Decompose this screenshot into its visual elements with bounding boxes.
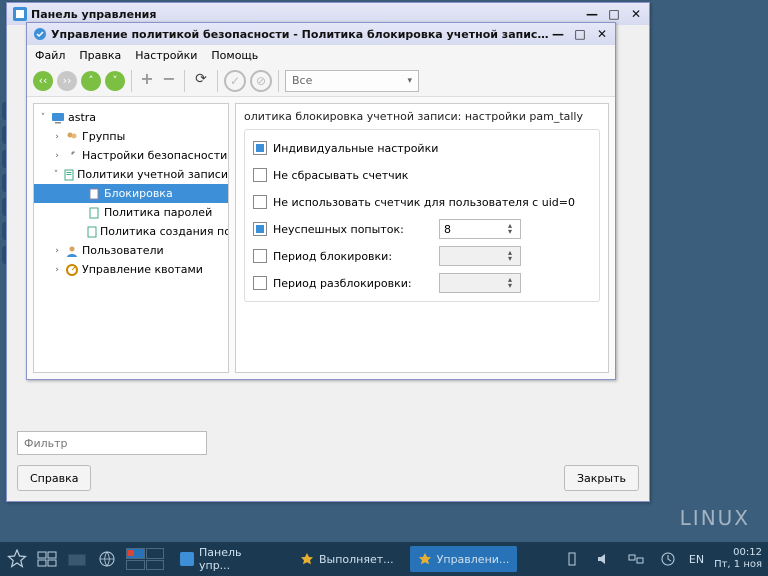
security-policy-window: Управление политикой безопасности - Поли… [26, 22, 616, 380]
form-title: олитика блокировка учетной записи: настр… [244, 110, 600, 123]
cp-filter-input[interactable] [17, 431, 207, 455]
tree-security-settings[interactable]: ›Настройки безопасности [34, 146, 228, 165]
show-desktop-button[interactable] [36, 548, 58, 570]
quota-icon [64, 263, 80, 277]
unlock-period-spinbox[interactable]: ▴▾ [439, 273, 521, 293]
tray-updates-icon[interactable] [657, 548, 679, 570]
groups-icon [64, 130, 80, 144]
cp-minimize-button[interactable]: — [585, 7, 599, 21]
remove-button[interactable]: − [160, 72, 178, 90]
browser-launcher[interactable] [96, 548, 118, 570]
sec-minimize-button[interactable]: — [551, 27, 565, 41]
no-uid0-checkbox[interactable] [253, 195, 267, 209]
unlock-period-label: Период разблокировки: [273, 277, 433, 290]
chevron-down-icon: ▾ [407, 76, 412, 86]
document-icon [62, 168, 75, 182]
nav-down-button[interactable]: ˅ [105, 71, 125, 91]
tray-clock[interactable]: 00:12 Пт, 1 ноя [714, 547, 762, 571]
sec-titlebar[interactable]: Управление политикой безопасности - Поли… [27, 23, 615, 45]
cancel-button[interactable]: ⊘ [250, 70, 272, 92]
filter-combo[interactable]: Все▾ [285, 70, 419, 92]
tray-volume-icon[interactable] [593, 548, 615, 570]
os-watermark: LINUX [680, 506, 750, 530]
lock-period-label: Период блокировки: [273, 250, 433, 263]
individual-settings-label: Индивидуальные настройки [273, 142, 438, 155]
taskbar-item-security-policy[interactable]: Управлени... [410, 546, 518, 572]
fail-attempts-spinbox[interactable]: 8▴▾ [439, 219, 521, 239]
add-button[interactable]: + [138, 72, 156, 90]
tree-users[interactable]: ›Пользователи [34, 241, 228, 260]
no-uid0-label: Не использовать счетчик для пользователя… [273, 196, 575, 209]
cp-close-button[interactable]: ✕ [629, 7, 643, 21]
tree-root[interactable]: ˅astra [34, 108, 228, 127]
unlock-period-checkbox[interactable] [253, 276, 267, 290]
tray-keyboard-layout[interactable]: EN [689, 553, 704, 566]
tray-usb-icon[interactable] [561, 548, 583, 570]
desktop-pager[interactable] [126, 548, 164, 570]
taskbar-item-control-panel[interactable]: Панель упр... [172, 546, 284, 572]
sec-menubar: Файл Правка Настройки Помощь [27, 45, 615, 65]
tray-network-icon[interactable] [625, 548, 647, 570]
nav-up-button[interactable]: ˄ [81, 71, 101, 91]
file-manager-launcher[interactable] [66, 548, 88, 570]
tree-pane[interactable]: ˅astra ›Группы ›Настройки безопасности ˅… [33, 103, 229, 373]
menu-settings[interactable]: Настройки [135, 49, 197, 62]
cp-help-button[interactable]: Справка [17, 465, 91, 491]
no-reset-checkbox[interactable] [253, 168, 267, 182]
individual-settings-checkbox[interactable] [253, 141, 267, 155]
sec-task-icon [418, 552, 432, 566]
refresh-button[interactable]: ⟳ [191, 71, 211, 91]
apply-button[interactable]: ✓ [224, 70, 246, 92]
sec-close-button[interactable]: ✕ [595, 27, 609, 41]
lock-period-checkbox[interactable] [253, 249, 267, 263]
tree-creation-policy[interactable]: Политика создания пол... [34, 222, 228, 241]
menu-help[interactable]: Помощь [211, 49, 258, 62]
sec-title: Управление политикой безопасности - Поли… [51, 28, 551, 41]
wrench-icon [64, 149, 80, 163]
tree-account-policies[interactable]: ˅Политики учетной записи [34, 165, 228, 184]
start-button[interactable] [6, 548, 28, 570]
lock-period-spinbox[interactable]: ▴▾ [439, 246, 521, 266]
tree-password-policy[interactable]: Политика паролей [34, 203, 228, 222]
form-pane: олитика блокировка учетной записи: настр… [235, 103, 609, 373]
fail-attempts-label: Неуспешных попыток: [273, 223, 433, 236]
fail-attempts-checkbox[interactable] [253, 222, 267, 236]
lock-policy-icon [86, 187, 102, 201]
creation-policy-icon [86, 225, 98, 239]
clock-time: 00:12 [714, 547, 762, 559]
cp-app-icon [13, 7, 27, 21]
password-policy-icon [86, 206, 102, 220]
no-reset-label: Не сбрасывать счетчик [273, 169, 408, 182]
sec-app-icon [33, 27, 47, 41]
menu-edit[interactable]: Правка [79, 49, 121, 62]
tree-groups[interactable]: ›Группы [34, 127, 228, 146]
taskbar-item-running[interactable]: Выполняет... [292, 546, 402, 572]
menu-file[interactable]: Файл [35, 49, 65, 62]
taskbar: Панель упр... Выполняет... Управлени... … [0, 542, 768, 576]
clock-date: Пт, 1 ноя [714, 559, 762, 571]
cp-maximize-button[interactable]: □ [607, 7, 621, 21]
run-task-icon [300, 552, 314, 566]
cp-task-icon [180, 552, 194, 566]
tree-lock-policy[interactable]: Блокировка [34, 184, 228, 203]
cp-close-dialog-button[interactable]: Закрыть [564, 465, 639, 491]
sec-maximize-button[interactable]: □ [573, 27, 587, 41]
computer-icon [50, 111, 66, 125]
cp-title: Панель управления [31, 8, 585, 21]
nav-back-button[interactable]: ‹‹ [33, 71, 53, 91]
system-tray: EN 00:12 Пт, 1 ноя [561, 547, 762, 571]
sec-toolbar: ‹‹ ›› ˄ ˅ + − ⟳ ✓ ⊘ Все▾ [27, 65, 615, 97]
users-icon [64, 244, 80, 258]
tree-quotas[interactable]: ›Управление квотами [34, 260, 228, 279]
nav-forward-button[interactable]: ›› [57, 71, 77, 91]
